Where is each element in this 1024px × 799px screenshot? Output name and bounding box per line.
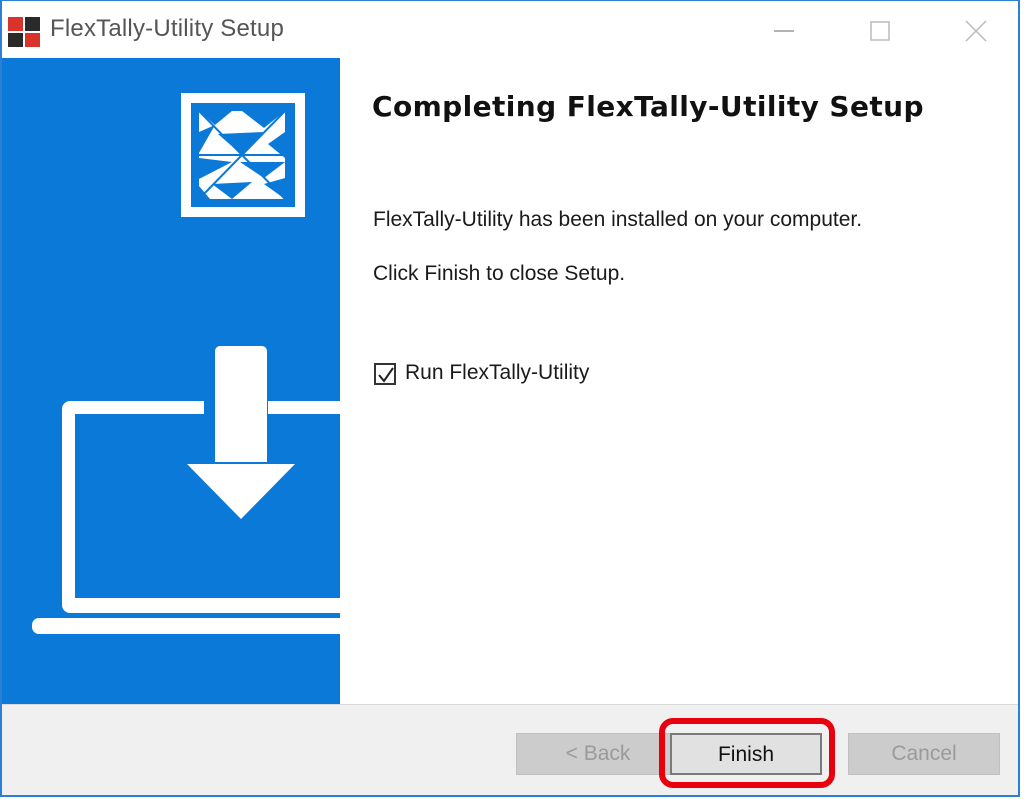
finish-button[interactable]: Finish	[670, 733, 822, 775]
minimize-icon	[774, 30, 794, 32]
flextally-logo-icon	[181, 93, 305, 217]
title-bar[interactable]: FlexTally-Utility Setup	[2, 1, 1018, 58]
run-app-label[interactable]: Run FlexTally-Utility	[405, 361, 589, 385]
setup-window: FlexTally-Utility Setup Completing FlexT…	[0, 0, 1020, 797]
close-icon	[965, 20, 987, 42]
minimize-button[interactable]	[762, 11, 806, 51]
installed-message: FlexTally-Utility has been installed on …	[373, 208, 863, 231]
button-bar: < Back Cancel Finish	[2, 704, 1018, 795]
checkmark-icon	[378, 367, 394, 383]
maximize-icon	[870, 21, 890, 41]
finish-instruction: Click Finish to close Setup.	[373, 262, 626, 285]
installer-app-icon	[8, 17, 40, 47]
close-button[interactable]	[954, 11, 998, 51]
content-panel: Completing FlexTally-Utility Setup FlexT…	[340, 58, 1018, 704]
window-title: FlexTally-Utility Setup	[50, 15, 284, 42]
maximize-button[interactable]	[858, 11, 902, 51]
back-button[interactable]: < Back	[516, 733, 680, 775]
run-app-checkbox[interactable]	[374, 363, 396, 385]
cancel-button[interactable]: Cancel	[848, 733, 1000, 775]
download-to-laptop-icon	[32, 341, 340, 634]
page-title: Completing FlexTally-Utility Setup	[372, 90, 924, 123]
installer-sidebar	[2, 58, 340, 704]
